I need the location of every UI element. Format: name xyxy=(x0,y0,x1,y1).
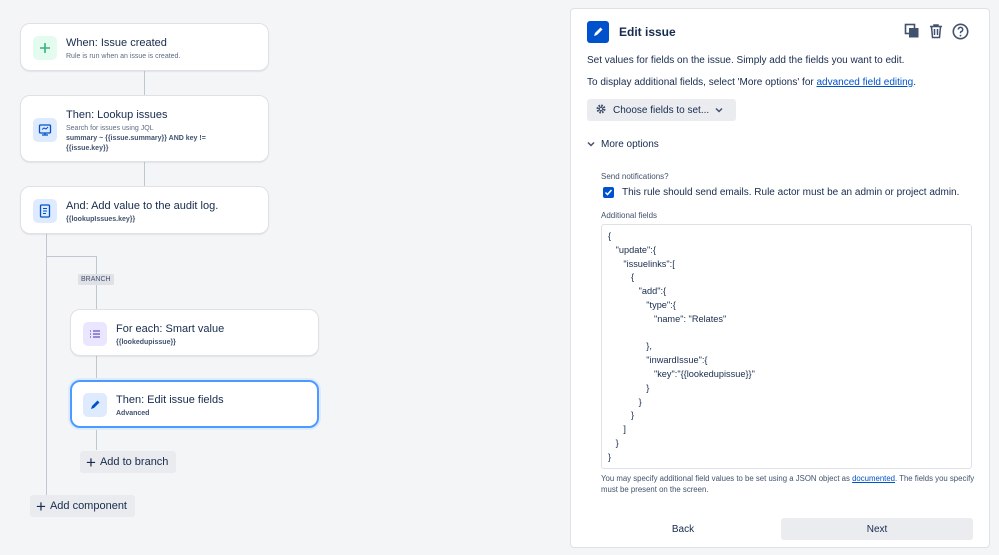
note-prefix: You may specify additional field values … xyxy=(601,474,853,483)
trigger-title: When: Issue created xyxy=(66,37,167,49)
panel-description: Set values for fields on the issue. Simp… xyxy=(587,55,905,66)
trash-icon[interactable] xyxy=(927,22,945,40)
edit-subtitle: Advanced xyxy=(116,409,149,419)
edit-issue-card[interactable]: Then: Edit issue fields Advanced xyxy=(70,380,319,428)
send-notifications-checkbox[interactable] xyxy=(603,187,614,198)
send-notifications-label: Send notifications? xyxy=(601,172,669,181)
foreach-subtitle: {{lookedupissue}} xyxy=(116,338,176,348)
trigger-card[interactable]: When: Issue created Rule is run when an … xyxy=(20,23,269,71)
chevron-down-icon xyxy=(587,139,595,150)
lookup-jql-line1: summary ~ {{issue.summary}} AND key != xyxy=(66,135,206,142)
trigger-subtitle: Rule is run when an issue is created. xyxy=(66,53,181,60)
foreach-subtitle-value: {{lookedupissue}} xyxy=(116,339,176,346)
lookup-jql: summary ~ {{issue.summary}} AND key != {{… xyxy=(66,134,206,154)
lookup-issues-card[interactable]: Then: Lookup issues Search for issues us… xyxy=(20,95,269,162)
next-button[interactable]: Next xyxy=(781,518,973,540)
back-button[interactable]: Back xyxy=(587,518,779,540)
audit-title: And: Add value to the audit log. xyxy=(66,200,219,212)
panel-header: Edit issue xyxy=(587,21,676,43)
documented-link[interactable]: documented xyxy=(852,474,895,483)
foreach-title: For each: Smart value xyxy=(116,323,225,335)
plus-icon xyxy=(33,36,57,60)
additional-fields-note: You may specify additional field values … xyxy=(601,473,981,495)
add-component-label: Add component xyxy=(49,500,127,512)
lookup-subtitle: Search for issues using JQL xyxy=(66,125,154,132)
connector-line xyxy=(46,234,47,496)
branch-tag: BRANCH xyxy=(78,274,114,285)
advanced-field-editing-link[interactable]: advanced field editing xyxy=(817,77,914,88)
lookup-title: Then: Lookup issues xyxy=(66,109,168,121)
panel-actions xyxy=(903,22,969,40)
add-component-button[interactable]: + Add component xyxy=(30,495,135,517)
send-notifications-row: This rule should send emails. Rule actor… xyxy=(603,187,959,198)
audit-subtitle-value: {{lookupIssues.key}} xyxy=(66,216,136,223)
connector-line xyxy=(96,428,97,450)
connector-line xyxy=(96,356,97,380)
more-options-label: More options xyxy=(601,139,659,150)
choose-fields-label: Choose fields to set... xyxy=(613,104,710,116)
edit-subtitle-value: Advanced xyxy=(116,410,150,417)
audit-subtitle: {{lookupIssues.key}} xyxy=(66,215,135,225)
additional-fields-label: Additional fields xyxy=(601,211,658,220)
add-to-branch-button[interactable]: + Add to branch xyxy=(80,451,177,473)
connector-line xyxy=(144,71,145,95)
monitor-icon xyxy=(33,118,57,142)
more-options-toggle[interactable]: More options xyxy=(587,139,659,150)
plus-icon: + xyxy=(36,496,46,516)
panel-title: Edit issue xyxy=(619,25,676,39)
document-icon xyxy=(33,199,57,223)
pencil-icon xyxy=(587,21,609,43)
add-to-branch-label: Add to branch xyxy=(99,456,169,468)
additional-fields-editor[interactable]: { "update":{ "issuelinks":[ { "add":{ "t… xyxy=(601,224,972,469)
gear-icon xyxy=(595,103,607,118)
edit-issue-panel: Edit issue Set values for fields on the … xyxy=(570,8,990,548)
audit-log-card[interactable]: And: Add value to the audit log. {{looku… xyxy=(20,186,269,234)
list-icon xyxy=(83,322,107,346)
send-notifications-text: This rule should send emails. Rule actor… xyxy=(622,187,960,198)
additional-fields-json: { "update":{ "issuelinks":[ { "add":{ "t… xyxy=(608,231,755,462)
choose-fields-button[interactable]: Choose fields to set... xyxy=(587,99,736,121)
plus-icon: + xyxy=(86,452,96,472)
edit-title: Then: Edit issue fields xyxy=(116,394,224,406)
chevron-down-icon xyxy=(715,105,723,116)
connector-line xyxy=(144,162,145,186)
panel-advanced-hint: To display additional fields, select 'Mo… xyxy=(587,77,916,88)
advanced-hint-suffix: . xyxy=(913,77,917,88)
lookup-jql-line2: {{issue.key}} xyxy=(66,145,109,152)
copy-icon[interactable] xyxy=(903,22,921,40)
rule-canvas: When: Issue created Rule is run when an … xyxy=(0,0,560,555)
advanced-hint-prefix: To display additional fields, select 'Mo… xyxy=(587,77,817,88)
pencil-icon xyxy=(83,393,107,417)
connector-line xyxy=(46,256,96,257)
help-icon[interactable] xyxy=(951,22,969,40)
foreach-card[interactable]: For each: Smart value {{lookedupissue}} xyxy=(70,309,319,356)
